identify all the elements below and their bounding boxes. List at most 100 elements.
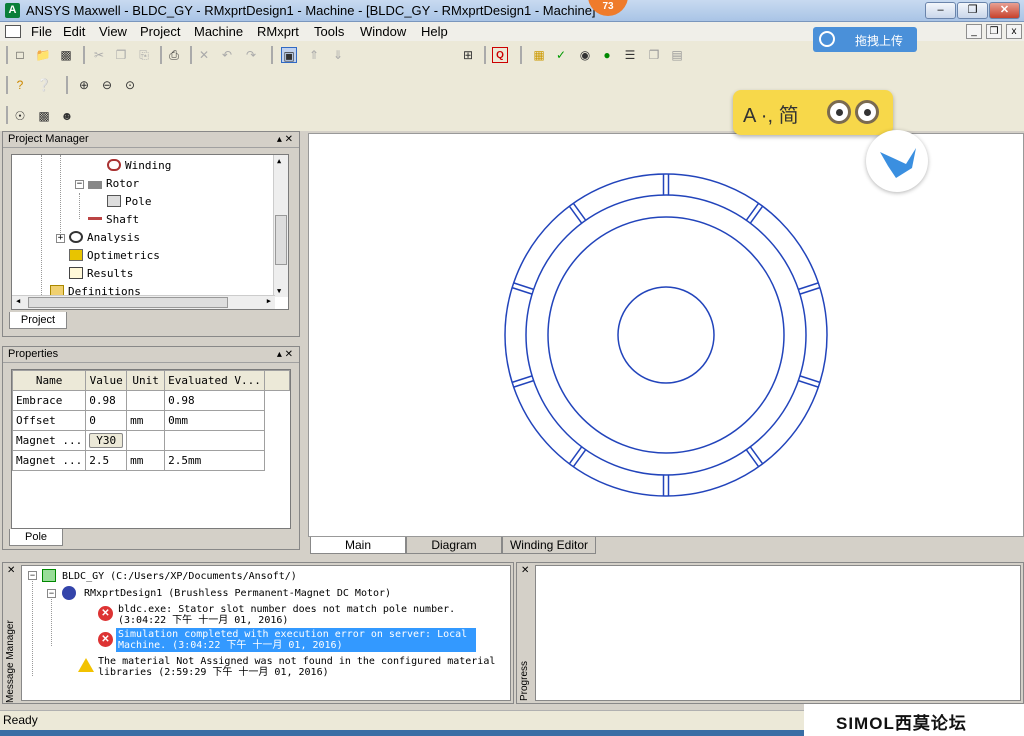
validate-icon[interactable]: ▦: [531, 47, 547, 63]
context-help-icon[interactable]: ❔: [36, 77, 52, 93]
mdi-restore-button[interactable]: ❐: [986, 24, 1002, 39]
scroll-thumb[interactable]: [275, 215, 287, 265]
project-icon: [42, 569, 56, 582]
col-value[interactable]: Value: [85, 370, 128, 391]
panel-controls[interactable]: ▴ ✕: [277, 347, 293, 362]
col-name[interactable]: Name: [11, 370, 87, 391]
prop-value[interactable]: 0.98: [85, 390, 128, 411]
menu-view[interactable]: View: [99, 24, 127, 39]
mdi-minimize-button[interactable]: _: [966, 24, 982, 39]
variables-icon[interactable]: ⊞: [460, 47, 476, 63]
collapse-rotor-icon[interactable]: −: [75, 180, 84, 189]
menu-project[interactable]: Project: [140, 24, 180, 39]
eye-icon: [827, 100, 851, 124]
scroll-up-icon[interactable]: ▲: [277, 157, 281, 165]
analyze-icon[interactable]: ✓: [553, 47, 569, 63]
select-mode-icon[interactable]: ▣: [281, 47, 297, 63]
prop-unit[interactable]: mm: [126, 450, 166, 471]
undo-icon[interactable]: ↶: [219, 47, 235, 63]
menu-help[interactable]: Help: [421, 24, 448, 39]
message-item-warning[interactable]: The material Not Assigned was not found …: [98, 656, 495, 678]
redo-icon[interactable]: ↷: [243, 47, 259, 63]
scroll-left-icon[interactable]: ◀: [16, 297, 20, 305]
prop-unit[interactable]: mm: [126, 410, 166, 431]
status-text: Ready: [3, 713, 38, 727]
tree-item-pole[interactable]: Pole: [107, 195, 152, 208]
mdi-close-button[interactable]: x: [1006, 24, 1022, 39]
tree-item-results[interactable]: Results: [69, 267, 133, 280]
menu-rmxprt[interactable]: RMxprt: [257, 24, 299, 39]
maximize-button[interactable]: ❐: [957, 2, 988, 19]
tree-vertical-scrollbar[interactable]: ▲ ▼: [273, 155, 288, 297]
tab-main[interactable]: Main: [310, 537, 406, 554]
col-evaluated[interactable]: Evaluated V...: [164, 370, 265, 391]
delete-icon[interactable]: ✕: [196, 47, 212, 63]
menu-edit[interactable]: Edit: [63, 24, 85, 39]
tree-item-optimetrics[interactable]: Optimetrics: [69, 249, 160, 262]
tab-project[interactable]: Project: [9, 312, 67, 329]
upload-button[interactable]: 拖拽上传: [813, 27, 917, 52]
scroll-right-icon[interactable]: ▶: [267, 297, 271, 305]
prop-value[interactable]: 0: [85, 410, 128, 431]
menu-file[interactable]: File: [31, 24, 52, 39]
message-item-error-selected[interactable]: Simulation completed with execution erro…: [116, 628, 476, 652]
print-icon[interactable]: ⎙: [166, 47, 182, 63]
col-unit[interactable]: Unit: [126, 370, 166, 391]
message-design[interactable]: RMxprtDesign1 (Brushless Permanent-Magne…: [84, 588, 391, 599]
prop-value[interactable]: 2.5: [85, 450, 128, 471]
expand-analysis-icon[interactable]: +: [56, 234, 65, 243]
menu-machine[interactable]: Machine: [194, 24, 243, 39]
paste-icon[interactable]: ⎘: [136, 47, 152, 63]
h-scroll-thumb[interactable]: [28, 297, 228, 308]
binoculars-icon[interactable]: ☉: [12, 108, 28, 124]
field-icon[interactable]: ●: [599, 47, 615, 63]
collapse-project-icon[interactable]: −: [28, 571, 37, 580]
zoom-fit-icon[interactable]: ⊙: [122, 77, 138, 93]
tab-winding-editor[interactable]: Winding Editor: [502, 537, 596, 554]
message-project[interactable]: BLDC_GY (C:/Users/XP/Documents/Ansoft/): [62, 571, 297, 582]
tab-pole[interactable]: Pole: [9, 529, 63, 546]
machine-icon[interactable]: ▩: [36, 108, 52, 124]
results-toolbar-icon[interactable]: ◉: [577, 47, 593, 63]
main-viewport[interactable]: [308, 133, 1024, 537]
move-up-icon[interactable]: ⇑: [306, 47, 322, 63]
menu-tools[interactable]: Tools: [314, 24, 344, 39]
cut-icon[interactable]: ✂: [91, 47, 107, 63]
tree-item-shaft[interactable]: Shaft: [88, 213, 139, 226]
tree-item-rotor[interactable]: Rotor: [88, 177, 139, 190]
save-icon[interactable]: ▩: [58, 47, 74, 63]
material-button[interactable]: Y30: [89, 433, 124, 448]
tree-horizontal-scrollbar[interactable]: ◀ ▶: [12, 295, 275, 309]
bird-icon[interactable]: [866, 130, 928, 192]
menu-window[interactable]: Window: [360, 24, 406, 39]
export-icon[interactable]: ❐: [646, 47, 662, 63]
collapse-design-icon[interactable]: −: [47, 589, 56, 598]
copy-icon[interactable]: ❐: [113, 47, 129, 63]
mdi-document-icon[interactable]: [5, 25, 21, 38]
close-button[interactable]: ✕: [989, 2, 1020, 19]
user-icon[interactable]: ☻: [59, 108, 75, 124]
open-icon[interactable]: 📁: [35, 47, 51, 63]
tab-diagram[interactable]: Diagram: [406, 537, 502, 554]
move-down-icon[interactable]: ⇓: [330, 47, 346, 63]
tree-item-analysis[interactable]: Analysis: [69, 231, 140, 244]
q-icon[interactable]: Q: [492, 47, 508, 63]
new-icon[interactable]: □: [12, 47, 28, 63]
error-icon: ✕: [98, 606, 113, 621]
tree-item-winding[interactable]: Winding: [107, 159, 171, 172]
chart-icon[interactable]: ▤: [669, 47, 685, 63]
message-item-error[interactable]: bldc.exe: Stator slot number does not ma…: [118, 604, 455, 626]
zoom-in-icon[interactable]: ⊕: [76, 77, 92, 93]
help-icon[interactable]: ?: [12, 77, 28, 93]
zoom-out-icon[interactable]: ⊖: [99, 77, 115, 93]
maxwell-app-icon: A: [5, 3, 20, 18]
panel-controls[interactable]: ▴ ✕: [277, 132, 293, 147]
close-icon[interactable]: ✕: [521, 565, 529, 576]
scroll-down-icon[interactable]: ▼: [277, 287, 281, 295]
prop-unit[interactable]: [126, 390, 166, 411]
report-icon[interactable]: ☰: [622, 47, 638, 63]
minimize-button[interactable]: –: [925, 2, 956, 19]
message-manager-panel: ✕ Message Manager − BLDC_GY (C:/Users/XP…: [2, 562, 514, 704]
input-method-widget[interactable]: A ·, 简: [733, 90, 893, 135]
close-icon[interactable]: ✕: [7, 565, 15, 576]
